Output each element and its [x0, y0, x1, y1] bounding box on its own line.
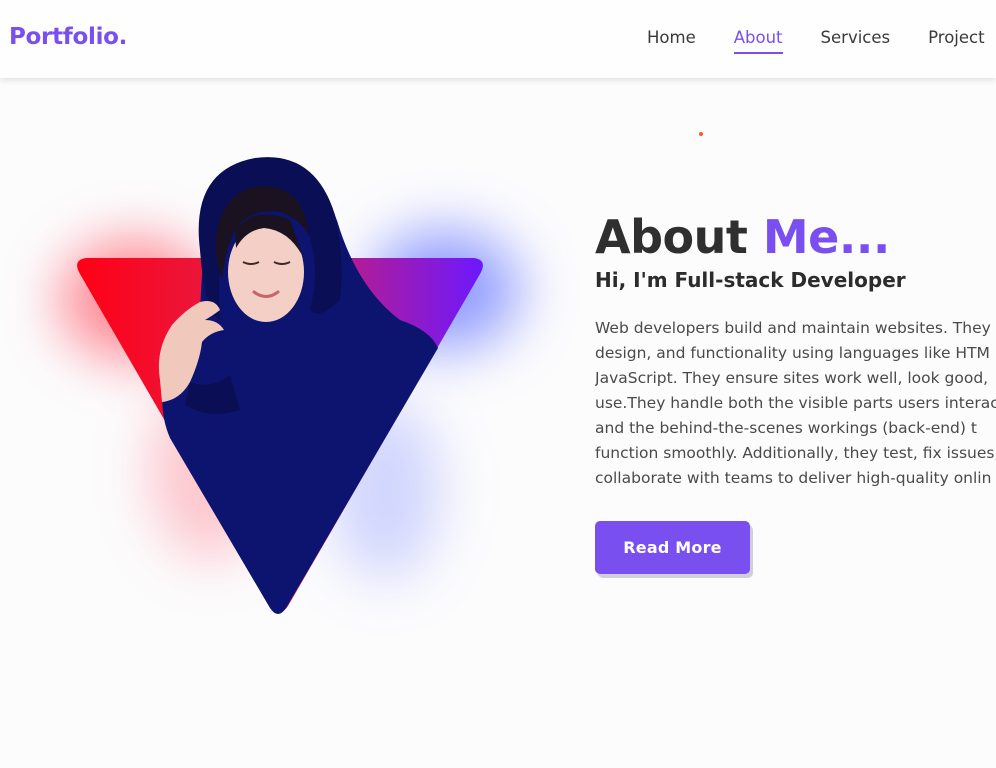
- description-line: design, and functionality using language…: [595, 344, 990, 362]
- nav-link-home[interactable]: Home: [647, 28, 696, 54]
- profile-image: [40, 120, 520, 660]
- description-line: use.They handle both the visible parts u…: [595, 394, 996, 412]
- description-line: Web developers build and maintain websit…: [595, 319, 991, 337]
- nav-link-services[interactable]: Services: [821, 28, 891, 54]
- person-photo: [158, 157, 438, 614]
- section-subtitle: Hi, I'm Full-stack Developer: [595, 268, 906, 292]
- description-line: and the behind-the-scenes workings (back…: [595, 419, 977, 437]
- main-nav: Home About Services Project: [647, 28, 996, 54]
- title-main: About: [595, 210, 763, 264]
- site-header: Portfolio. Home About Services Project: [0, 0, 996, 78]
- nav-link-project[interactable]: Project: [928, 28, 984, 54]
- site-logo[interactable]: Portfolio.: [9, 24, 127, 50]
- read-more-button[interactable]: Read More: [595, 521, 750, 574]
- description-line: collaborate with teams to deliver high-q…: [595, 469, 992, 487]
- nav-link-about[interactable]: About: [733, 28, 783, 54]
- section-title: About Me...: [595, 210, 890, 264]
- description-line: JavaScript. They ensure sites work well,…: [595, 369, 989, 387]
- about-description: Web developers build and maintain websit…: [595, 316, 996, 491]
- description-line: function smoothly. Additionally, they te…: [595, 444, 996, 462]
- decorative-dot: [699, 132, 703, 136]
- title-accent: Me...: [762, 210, 890, 264]
